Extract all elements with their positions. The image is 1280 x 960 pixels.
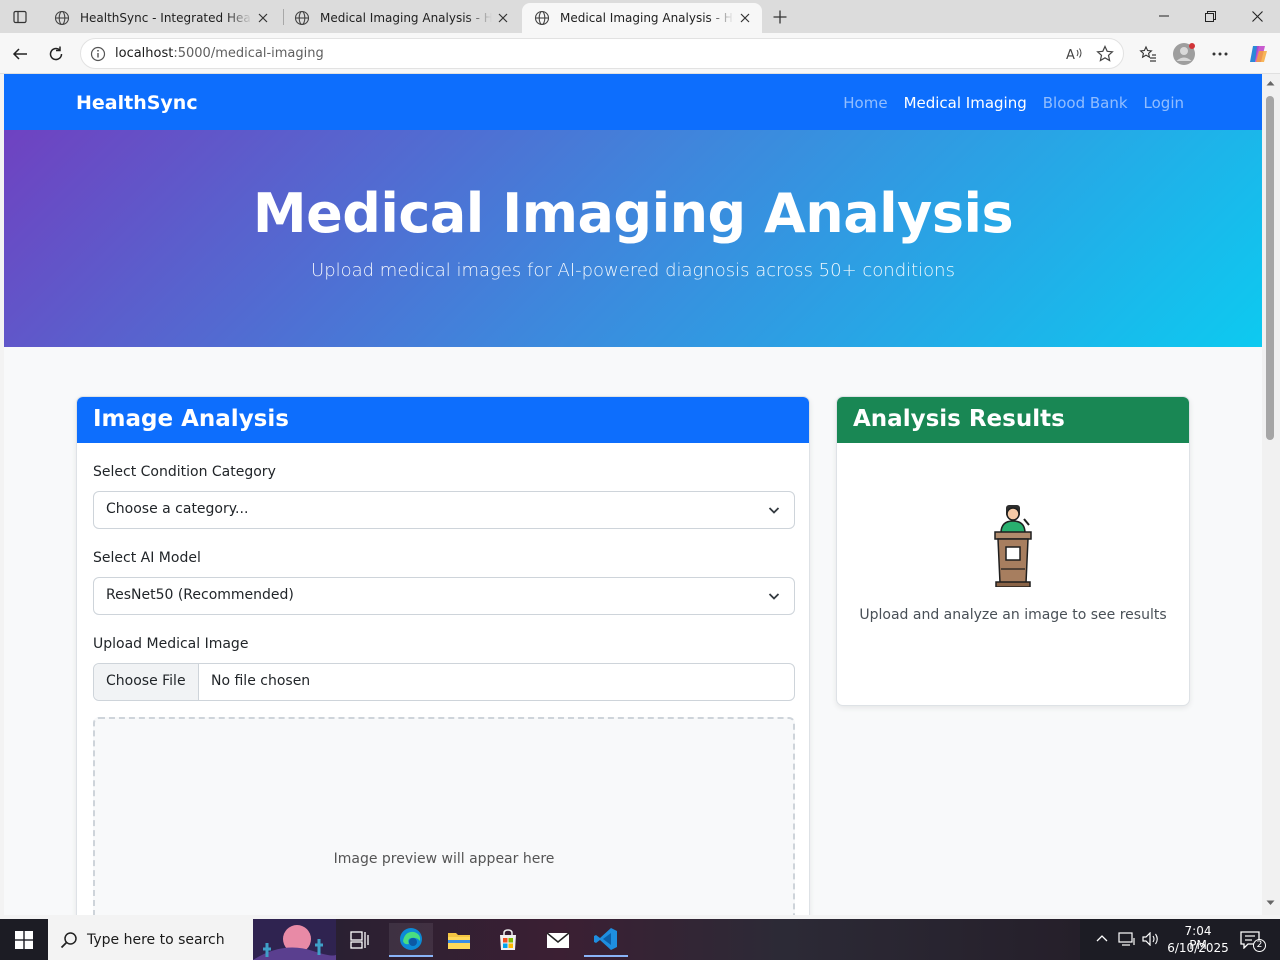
- tab-title: Medical Imaging Analysis - HealthSync: [560, 11, 734, 25]
- browser-toolbar: localhost:5000/medical-imaging A: [0, 33, 1280, 74]
- notification-count-badge: 2: [1253, 939, 1266, 952]
- url-text[interactable]: localhost:5000/medical-imaging: [115, 46, 324, 61]
- search-placeholder: Type here to search: [87, 932, 225, 948]
- chevron-down-icon: [768, 593, 780, 600]
- model-selected-value: ResNet50 (Recommended): [106, 587, 294, 603]
- close-window-icon[interactable]: [1234, 0, 1280, 32]
- browser-tab-3-active[interactable]: Medical Imaging Analysis - HealthSync: [522, 3, 762, 33]
- network-icon[interactable]: [1118, 932, 1136, 946]
- minimize-icon[interactable]: [1141, 0, 1187, 32]
- chevron-up-icon[interactable]: [1096, 934, 1108, 942]
- read-aloud-icon[interactable]: A: [1065, 45, 1083, 67]
- nav-link-medical-imaging[interactable]: Medical Imaging: [904, 94, 1027, 112]
- card-title: Image Analysis: [77, 397, 809, 443]
- file-explorer-icon[interactable]: [437, 923, 481, 957]
- hero-subtitle: Upload medical images for AI-powered dia…: [311, 260, 955, 281]
- nav-links: Home Medical Imaging Blood Bank Login: [843, 94, 1184, 112]
- no-file-text: No file chosen: [211, 673, 311, 689]
- results-placeholder-text: Upload and analyze an image to see resul…: [859, 607, 1167, 623]
- microsoft-store-icon[interactable]: [486, 923, 530, 957]
- tab-title: HealthSync - Integrated Healthcare: [80, 11, 252, 25]
- chevron-down-icon: [768, 507, 780, 514]
- address-bar[interactable]: localhost:5000/medical-imaging A: [80, 38, 1124, 69]
- browser-tab-strip: HealthSync - Integrated Healthcare Medic…: [0, 0, 1280, 33]
- restore-icon[interactable]: [1187, 0, 1233, 32]
- search-highlight-illustration-icon: [253, 919, 336, 960]
- image-preview-area: Image preview will appear here: [93, 717, 795, 915]
- podium-speaker-icon: [994, 505, 1032, 587]
- globe-icon: [534, 10, 550, 26]
- globe-icon: [54, 10, 70, 26]
- svg-text:A: A: [1066, 48, 1075, 63]
- hero-title: Medical Imaging Analysis: [252, 182, 1014, 245]
- analysis-results-card: Analysis Results Upload and analyze an i…: [836, 396, 1190, 706]
- brand-logo-text[interactable]: HealthSync: [76, 92, 198, 114]
- new-tab-icon[interactable]: [765, 4, 795, 29]
- browser-tab-1[interactable]: HealthSync - Integrated Healthcare: [42, 3, 280, 33]
- globe-icon: [294, 10, 310, 26]
- site-info-icon[interactable]: [90, 46, 106, 62]
- category-select[interactable]: Choose a category...: [93, 491, 795, 529]
- tab-actions-icon[interactable]: [5, 4, 35, 29]
- more-options-icon[interactable]: [1204, 38, 1236, 70]
- upload-label: Upload Medical Image: [93, 636, 249, 652]
- copilot-icon[interactable]: [1242, 38, 1274, 70]
- mail-icon[interactable]: [536, 923, 580, 957]
- nav-link-home[interactable]: Home: [843, 94, 887, 112]
- choose-file-button[interactable]: Choose File: [94, 664, 199, 700]
- file-input[interactable]: Choose File No file chosen: [93, 663, 795, 701]
- image-analysis-card: Image Analysis Select Condition Category…: [76, 396, 810, 915]
- model-select[interactable]: ResNet50 (Recommended): [93, 577, 795, 615]
- site-navbar: HealthSync Home Medical Imaging Blood Ba…: [4, 74, 1262, 130]
- edge-browser-icon[interactable]: [389, 923, 433, 957]
- preview-placeholder: Image preview will appear here: [333, 851, 555, 867]
- task-view-icon[interactable]: [338, 923, 382, 957]
- nav-link-blood-bank[interactable]: Blood Bank: [1043, 94, 1128, 112]
- page-scrollbar[interactable]: [1262, 74, 1280, 915]
- close-tab-icon[interactable]: [492, 7, 514, 29]
- windows-start-icon[interactable]: [2, 923, 46, 957]
- favorite-star-icon[interactable]: [1096, 45, 1114, 67]
- hero-banner: Medical Imaging Analysis Upload medical …: [4, 130, 1262, 347]
- model-label: Select AI Model: [93, 550, 201, 566]
- browser-tab-2[interactable]: Medical Imaging Analysis - HealthSync: [282, 3, 520, 33]
- close-tab-icon[interactable]: [734, 7, 756, 29]
- category-label: Select Condition Category: [93, 464, 276, 480]
- category-selected-value: Choose a category...: [106, 501, 249, 517]
- refresh-icon[interactable]: [40, 38, 72, 70]
- page-viewport: HealthSync Home Medical Imaging Blood Ba…: [4, 74, 1262, 915]
- clock-date[interactable]: 6/10/2025: [1166, 941, 1230, 955]
- search-icon: [60, 932, 77, 949]
- nav-link-login[interactable]: Login: [1144, 94, 1184, 112]
- favorites-icon[interactable]: [1132, 38, 1164, 70]
- card-title: Analysis Results: [837, 397, 1189, 443]
- vscode-icon[interactable]: [584, 923, 628, 957]
- taskbar-search-box[interactable]: Type here to search: [48, 919, 336, 960]
- tab-title: Medical Imaging Analysis - HealthSync: [320, 11, 492, 25]
- scrollbar-thumb[interactable]: [1266, 96, 1274, 440]
- close-tab-icon[interactable]: [252, 7, 274, 29]
- profile-avatar-icon[interactable]: [1168, 38, 1200, 70]
- back-icon[interactable]: [4, 38, 36, 70]
- volume-icon[interactable]: [1142, 932, 1160, 946]
- windows-taskbar: Type here to search 7:04 PM 6/10/2025 2: [0, 919, 1280, 960]
